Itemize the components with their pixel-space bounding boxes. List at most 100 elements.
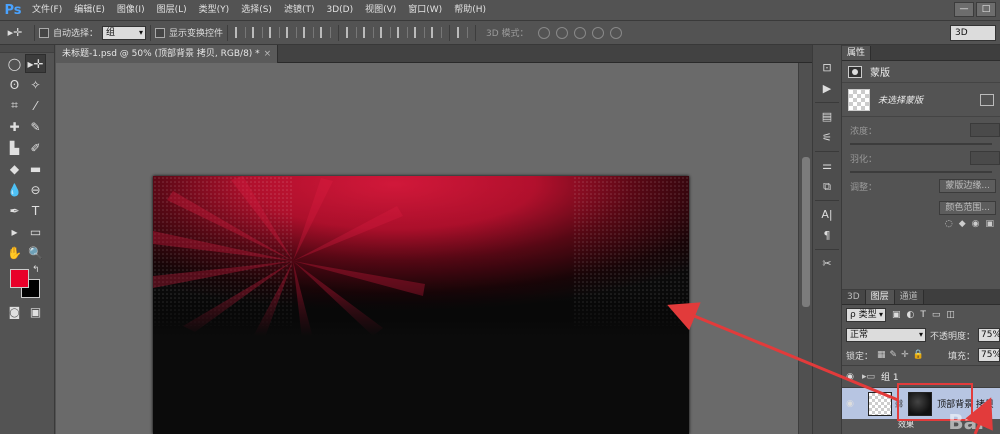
foreground-color[interactable] <box>10 269 29 288</box>
fill-input[interactable]: 75% <box>978 348 1000 362</box>
screen-mode-icon[interactable]: ▣ <box>25 302 46 321</box>
density-input[interactable] <box>970 123 1000 137</box>
align-right-icon[interactable] <box>320 27 332 38</box>
workspace-dropdown[interactable]: 3D <box>950 25 996 41</box>
character-panel-icon[interactable]: A| <box>813 204 841 225</box>
menu-window[interactable]: 窗口(W) <box>402 0 448 21</box>
distribute-left-icon[interactable] <box>397 27 409 38</box>
feather-input[interactable] <box>970 151 1000 165</box>
filter-shape-icon[interactable]: ▭ <box>932 310 941 320</box>
lock-all-icon[interactable]: 🔒 <box>913 350 924 360</box>
quick-mask-icon[interactable]: ◙ <box>4 302 25 321</box>
add-vector-mask-button[interactable] <box>980 93 994 106</box>
eyedropper-icon[interactable]: ⁄ <box>25 96 46 115</box>
path-select-icon[interactable]: ▸ <box>4 222 25 241</box>
menu-help[interactable]: 帮助(H) <box>448 0 492 21</box>
marquee-tool-icon[interactable]: ◯ <box>4 54 25 73</box>
menu-image[interactable]: 图像(I) <box>111 0 151 21</box>
show-transform-checkbox[interactable] <box>155 27 166 38</box>
color-range-button[interactable]: 颜色范围... <box>939 201 996 215</box>
align-left-icon[interactable] <box>286 27 298 38</box>
lasso-tool-icon[interactable]: ʘ <box>4 75 25 94</box>
layer-filter-dropdown[interactable]: ρ 类型 <box>846 308 886 322</box>
healing-brush-icon[interactable]: ✚ <box>4 117 25 136</box>
align-top-icon[interactable] <box>235 27 247 38</box>
mask-edge-button[interactable]: 蒙版边缘... <box>939 179 996 193</box>
distribute-bottom-icon[interactable] <box>380 27 392 38</box>
auto-align-icon[interactable] <box>457 27 469 38</box>
hand-tool-icon[interactable]: ✋ <box>4 243 25 262</box>
filter-pixel-icon[interactable]: ▣ <box>892 310 901 320</box>
strip-grip[interactable] <box>813 45 841 57</box>
tab-3d[interactable]: 3D <box>842 290 866 304</box>
tab-channels[interactable]: 通道 <box>894 290 924 304</box>
align-vcenter-icon[interactable] <box>252 27 264 38</box>
disable-mask-icon[interactable]: ◉ <box>972 219 980 229</box>
clone-stamp-icon[interactable]: ▙ <box>4 138 25 157</box>
lock-transparent-icon[interactable]: ▦ <box>877 350 886 360</box>
visibility-eye-icon[interactable]: ◉ <box>842 399 858 409</box>
gradient-tool-icon[interactable]: ▬ <box>25 159 46 178</box>
menu-view[interactable]: 视图(V) <box>359 0 402 21</box>
canvas-area[interactable] <box>56 63 798 434</box>
type-tool-icon[interactable]: T <box>25 201 46 220</box>
lock-position-icon[interactable]: ✛ <box>901 350 909 360</box>
paragraph-panel-icon[interactable]: ¶ <box>813 225 841 246</box>
align-bottom-icon[interactable] <box>269 27 281 38</box>
move-tool-icon[interactable]: ▸✛ <box>25 54 46 73</box>
apply-mask-icon[interactable]: ◆ <box>959 219 966 229</box>
menu-layer[interactable]: 图层(L) <box>151 0 193 21</box>
group-folder-icon[interactable]: ▸▭ <box>862 372 875 382</box>
blend-mode-dropdown[interactable]: 正常 <box>846 328 926 342</box>
opacity-input[interactable]: 75% <box>978 328 1000 342</box>
pen-tool-icon[interactable]: ✒ <box>4 201 25 220</box>
brush-presets-icon[interactable]: ▤ <box>813 106 841 127</box>
distribute-top-icon[interactable] <box>346 27 358 38</box>
3d-drag-icon[interactable] <box>573 26 586 39</box>
distribute-vcenter-icon[interactable] <box>363 27 375 38</box>
3d-slide-icon[interactable] <box>591 26 604 39</box>
vertical-scrollbar[interactable] <box>798 63 812 434</box>
brush-panel-icon[interactable]: ⚟ <box>813 127 841 148</box>
menu-file[interactable]: 文件(F) <box>26 0 68 21</box>
menu-3d[interactable]: 3D(D) <box>320 0 359 21</box>
tab-layers[interactable]: 图层 <box>865 290 895 304</box>
menu-type[interactable]: 类型(Y) <box>193 0 236 21</box>
auto-select-dropdown[interactable]: 组 <box>102 25 147 40</box>
distribute-hcenter-icon[interactable] <box>414 27 426 38</box>
load-selection-icon[interactable]: ◌ <box>945 219 953 229</box>
layer-mask-thumbnail[interactable] <box>868 391 892 416</box>
3d-rotate-icon[interactable] <box>537 26 550 39</box>
document-canvas[interactable] <box>153 176 689 434</box>
scrollbar-thumb[interactable] <box>802 157 810 307</box>
move-tool-preset[interactable]: ▸✛ <box>0 23 30 43</box>
visibility-eye-icon[interactable]: ◉ <box>842 372 858 382</box>
styles-icon[interactable]: ⧉ <box>813 176 841 197</box>
filter-adjustment-icon[interactable]: ◐ <box>907 310 915 320</box>
mask-thumbnail[interactable] <box>848 88 870 111</box>
rectangle-tool-icon[interactable]: ▭ <box>25 222 46 241</box>
history-brush-icon[interactable]: ✐ <box>25 138 46 157</box>
tool-presets-icon[interactable]: ✂ <box>813 253 841 274</box>
brush-tool-icon[interactable]: ✎ <box>25 117 46 136</box>
menu-edit[interactable]: 编辑(E) <box>68 0 111 21</box>
minimize-button[interactable]: — <box>954 2 974 17</box>
delete-mask-icon[interactable]: ▣ <box>985 219 994 229</box>
maximize-button[interactable]: □ <box>976 2 996 17</box>
menu-filter[interactable]: 滤镜(T) <box>278 0 321 21</box>
filter-smart-object-icon[interactable]: ◫ <box>946 310 955 320</box>
auto-select-checkbox[interactable] <box>39 27 49 38</box>
document-tab[interactable]: 未标题-1.psd @ 50% (顶部背景 拷贝, RGB/8) * × <box>56 45 279 63</box>
close-tab-icon[interactable]: × <box>264 49 272 59</box>
3d-roll-icon[interactable] <box>555 26 568 39</box>
dodge-tool-icon[interactable]: ⊖ <box>25 180 46 199</box>
magic-wand-icon[interactable]: ✧ <box>25 75 46 94</box>
crop-tool-icon[interactable]: ⌗ <box>4 96 25 115</box>
zoom-tool-icon[interactable]: 🔍 <box>25 243 46 262</box>
3d-scale-icon[interactable] <box>609 26 622 39</box>
swap-colors-icon[interactable]: ↰ <box>32 265 40 275</box>
eraser-tool-icon[interactable]: ◆ <box>4 159 25 178</box>
menu-select[interactable]: 选择(S) <box>235 0 278 21</box>
history-panel-icon[interactable]: ⊡ <box>813 57 841 78</box>
distribute-right-icon[interactable] <box>431 27 443 38</box>
